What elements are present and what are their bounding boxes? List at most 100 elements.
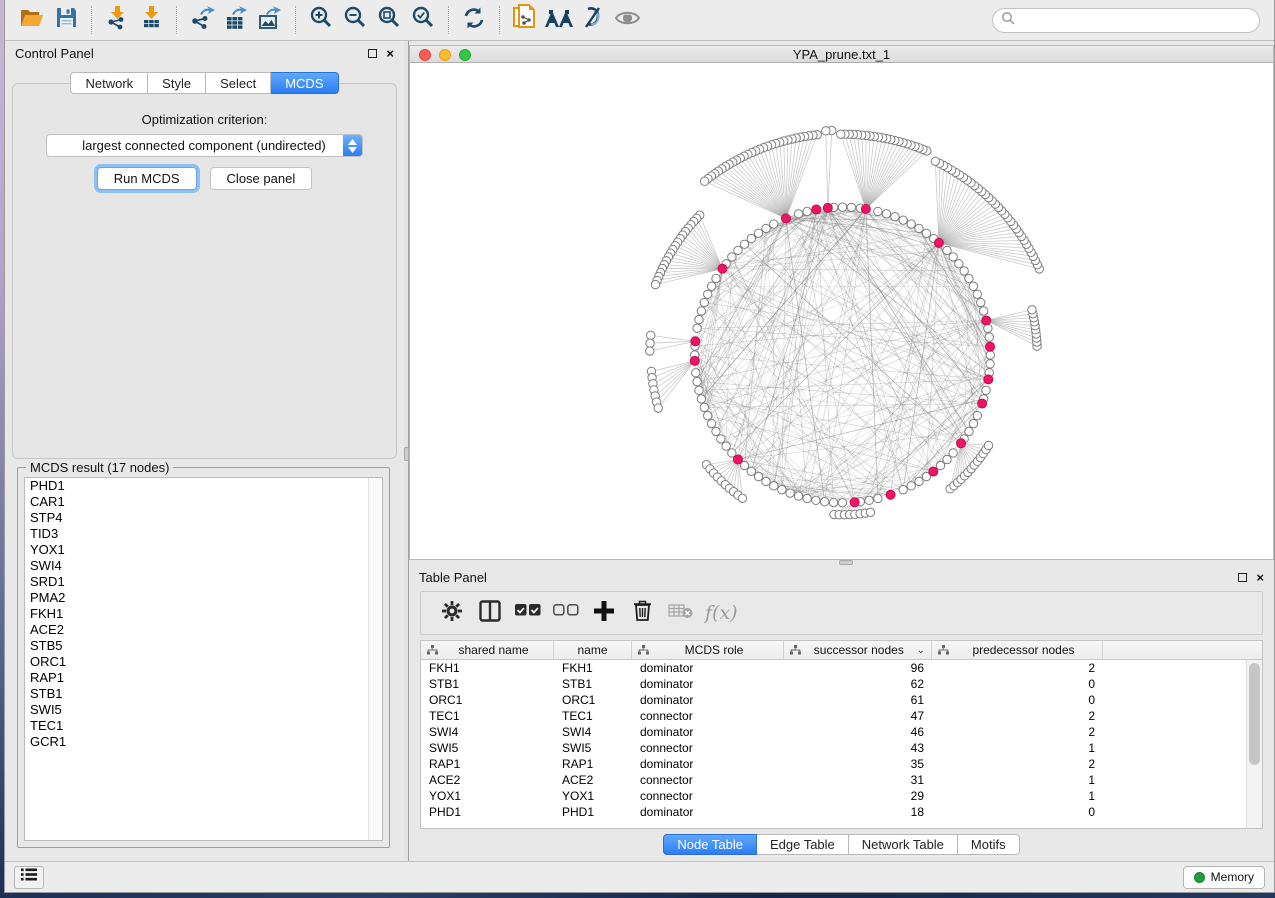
table-row[interactable]: ACE2ACE2connector311 bbox=[421, 772, 1246, 788]
mcds-list-scrollbar[interactable] bbox=[368, 478, 382, 840]
table-row[interactable]: PHD1PHD1dominator180 bbox=[421, 804, 1246, 820]
table-row[interactable]: STB1STB1dominator620 bbox=[421, 676, 1246, 692]
run-mcds-button[interactable]: Run MCDS bbox=[97, 167, 197, 190]
table-cell: STB1 bbox=[421, 677, 554, 691]
mcds-result-item[interactable]: SWI4 bbox=[25, 558, 382, 574]
float-panel-icon[interactable] bbox=[368, 49, 377, 58]
mcds-result-item[interactable]: ACE2 bbox=[25, 622, 382, 638]
export-image-button[interactable] bbox=[253, 4, 287, 36]
zoom-in-button[interactable] bbox=[304, 4, 338, 36]
gear-icon bbox=[442, 601, 462, 626]
save-session-button[interactable] bbox=[49, 4, 83, 36]
table-row[interactable]: TEC1TEC1connector472 bbox=[421, 708, 1246, 724]
network-view-title: YPA_prune.txt_1 bbox=[410, 47, 1273, 62]
column-header-predecessor-nodes[interactable]: predecessor nodes bbox=[932, 641, 1103, 659]
table-cell: 1 bbox=[932, 741, 1103, 755]
table-settings-button[interactable] bbox=[433, 595, 471, 631]
table-panel-tabs: Node TableEdge TableNetwork TableMotifs bbox=[409, 834, 1274, 855]
function-builder-button[interactable]: f(x) bbox=[705, 602, 738, 624]
table-row[interactable]: SWI5SWI5connector431 bbox=[421, 740, 1246, 756]
show-columns-button[interactable] bbox=[471, 595, 509, 631]
mcds-result-item[interactable]: CAR1 bbox=[25, 494, 382, 510]
select-all-button[interactable] bbox=[509, 595, 547, 631]
network-view-titlebar[interactable]: YPA_prune.txt_1 bbox=[409, 45, 1274, 63]
tab-edge-table[interactable]: Edge Table bbox=[757, 834, 849, 855]
mcds-result-item[interactable]: YOX1 bbox=[25, 542, 382, 558]
tab-node-table[interactable]: Node Table bbox=[663, 834, 757, 855]
tab-network-table[interactable]: Network Table bbox=[849, 834, 958, 855]
table-scrollbar[interactable] bbox=[1246, 660, 1262, 828]
network-canvas[interactable] bbox=[409, 63, 1274, 560]
close-panel-button[interactable]: Close panel bbox=[210, 167, 313, 190]
column-header-name[interactable]: name bbox=[554, 641, 632, 659]
zoom-out-button[interactable] bbox=[338, 4, 372, 36]
add-row-button[interactable] bbox=[585, 595, 623, 631]
column-header-MCDS-role[interactable]: MCDS role bbox=[632, 641, 784, 659]
mcds-result-list[interactable]: PHD1CAR1STP4TID3YOX1SWI4SRD1PMA2FKH1ACE2… bbox=[24, 477, 383, 841]
table-cell: dominator bbox=[632, 661, 784, 675]
mcds-result-item[interactable]: STP4 bbox=[25, 510, 382, 526]
table-row[interactable]: ORC1ORC1dominator610 bbox=[421, 692, 1246, 708]
clone-network-button[interactable] bbox=[508, 4, 542, 36]
panel-menu-button[interactable] bbox=[14, 866, 44, 889]
network-search-box[interactable] bbox=[992, 8, 1260, 33]
hide-graphics-details-button[interactable] bbox=[576, 4, 610, 36]
table-row[interactable]: RAP1RAP1dominator352 bbox=[421, 756, 1246, 772]
mcds-result-item[interactable]: RAP1 bbox=[25, 670, 382, 686]
mcds-result-item[interactable]: FKH1 bbox=[25, 606, 382, 622]
window-maximize-icon[interactable] bbox=[459, 49, 471, 61]
table-cell: 31 bbox=[784, 773, 932, 787]
network-view-panel: YPA_prune.txt_1 bbox=[409, 41, 1274, 560]
import-table-button[interactable] bbox=[134, 4, 168, 36]
unselect-all-button[interactable] bbox=[547, 595, 585, 631]
tab-motifs[interactable]: Motifs bbox=[958, 834, 1020, 855]
table-cell: connector bbox=[632, 709, 784, 723]
table-cell: 62 bbox=[784, 677, 932, 691]
table-cell: connector bbox=[632, 741, 784, 755]
zoom-selected-button[interactable] bbox=[406, 4, 440, 36]
column-header-shared-name[interactable]: shared name bbox=[421, 641, 554, 659]
mcds-result-item[interactable]: TEC1 bbox=[25, 718, 382, 734]
tab-network[interactable]: Network bbox=[70, 72, 148, 94]
column-header-successor-nodes[interactable]: successor nodes⌄ bbox=[784, 641, 932, 659]
delete-rows-button[interactable] bbox=[623, 595, 661, 631]
show-details-button[interactable] bbox=[610, 4, 644, 36]
window-minimize-icon[interactable] bbox=[439, 49, 451, 61]
float-panel-icon[interactable] bbox=[1238, 573, 1247, 582]
optimization-criterion-dropdown[interactable]: largest connected component (undirected) bbox=[46, 134, 363, 157]
table-cell: FKH1 bbox=[554, 661, 632, 675]
export-table-button[interactable] bbox=[219, 4, 253, 36]
mcds-result-item[interactable]: PHD1 bbox=[25, 478, 382, 494]
first-neighbors-button[interactable] bbox=[542, 4, 576, 36]
refresh-view-button[interactable] bbox=[457, 4, 491, 36]
tab-mcds[interactable]: MCDS bbox=[271, 72, 338, 94]
close-panel-icon[interactable]: × bbox=[386, 49, 394, 58]
table-cell: 47 bbox=[784, 709, 932, 723]
mcds-result-item[interactable]: PMA2 bbox=[25, 590, 382, 606]
zoom-fit-button[interactable] bbox=[372, 4, 406, 36]
table-cell: SWI4 bbox=[421, 725, 554, 739]
export-network-button[interactable] bbox=[185, 4, 219, 36]
control-panel-header: Control Panel × bbox=[5, 41, 404, 65]
memory-button[interactable]: Memory bbox=[1183, 866, 1265, 889]
scrollbar-thumb[interactable] bbox=[1249, 663, 1260, 765]
table-cell: SWI5 bbox=[421, 741, 554, 755]
mcds-result-item[interactable]: TID3 bbox=[25, 526, 382, 542]
mcds-result-item[interactable]: STB5 bbox=[25, 638, 382, 654]
mcds-result-item[interactable]: GCR1 bbox=[25, 734, 382, 750]
mcds-result-item[interactable]: ORC1 bbox=[25, 654, 382, 670]
tab-select[interactable]: Select bbox=[206, 72, 271, 94]
window-close-icon[interactable] bbox=[419, 49, 431, 61]
table-row[interactable]: YOX1YOX1connector291 bbox=[421, 788, 1246, 804]
close-panel-icon[interactable]: × bbox=[1256, 573, 1264, 582]
mcds-result-item[interactable]: SWI5 bbox=[25, 702, 382, 718]
tab-style[interactable]: Style bbox=[148, 72, 206, 94]
import-network-button[interactable] bbox=[100, 4, 134, 36]
table-row[interactable]: FKH1FKH1dominator962 bbox=[421, 660, 1246, 676]
open-file-button[interactable] bbox=[15, 4, 49, 36]
mcds-result-item[interactable]: SRD1 bbox=[25, 574, 382, 590]
table-row[interactable]: SWI4SWI4dominator462 bbox=[421, 724, 1246, 740]
mcds-result-item[interactable]: STB1 bbox=[25, 686, 382, 702]
delete-column-button[interactable] bbox=[661, 595, 699, 631]
search-input[interactable] bbox=[1015, 13, 1251, 27]
